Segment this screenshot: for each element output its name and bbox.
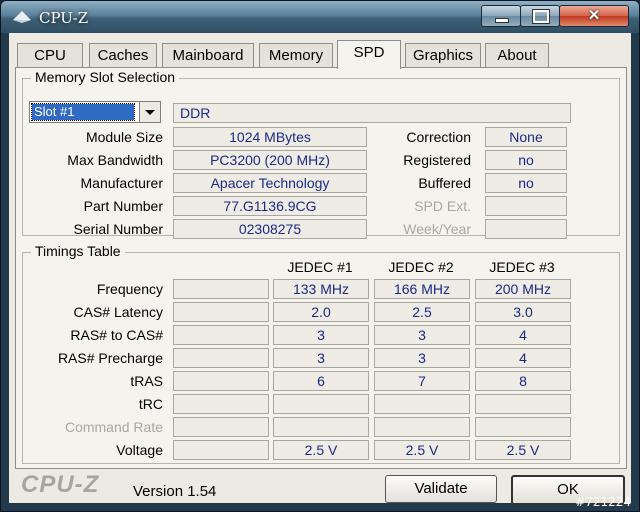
timing-spacer-cell — [173, 302, 269, 322]
tab-about[interactable]: About — [485, 43, 549, 68]
timing-cell: 166 MHz — [374, 279, 470, 299]
slot-label-correction: Correction — [406, 129, 471, 145]
tab-graphics[interactable]: Graphics — [405, 43, 481, 68]
timings-group-title: Timings Table — [31, 243, 125, 259]
timings-group: Timings Table JEDEC #1 JEDEC #2 JEDEC #3 Fr… — [22, 243, 620, 464]
timing-label-ras-to-cas-: RAS# to CAS# — [70, 327, 163, 343]
timing-spacer-cell — [173, 348, 269, 368]
slot-value-manufacturer: Apacer Technology — [173, 173, 367, 193]
timing-cell: 3 — [374, 348, 470, 368]
timing-cell — [475, 417, 571, 437]
timing-cell — [273, 417, 369, 437]
validate-button[interactable]: Validate — [385, 475, 497, 503]
timing-spacer-cell — [173, 279, 269, 299]
timing-cell: 133 MHz — [273, 279, 369, 299]
slot-value-module-size: 1024 MBytes — [173, 127, 367, 147]
tab-cpu[interactable]: CPU — [17, 43, 83, 68]
minimize-icon — [495, 18, 509, 23]
timing-label-voltage: Voltage — [116, 442, 163, 458]
timing-column-header: JEDEC #1 — [287, 259, 353, 275]
timing-cell: 6 — [273, 371, 369, 391]
slot-label-part-number: Part Number — [83, 198, 163, 214]
timing-spacer-cell — [173, 325, 269, 345]
client-area: CPU Caches Mainboard Memory SPD Graphics About… — [9, 33, 631, 505]
timing-cell — [475, 394, 571, 414]
slot-label-spd-ext-: SPD Ext. — [414, 198, 471, 214]
timing-cell: 7 — [374, 371, 470, 391]
timing-spacer-cell — [173, 440, 269, 460]
slot-value-spd-ext- — [485, 196, 567, 216]
timing-cell: 4 — [475, 348, 571, 368]
timing-label-cas-latency: CAS# Latency — [73, 304, 164, 320]
watermark-text: #721224 — [575, 495, 631, 509]
close-button[interactable]: ✕ — [559, 5, 629, 27]
timing-spacer-cell — [173, 417, 269, 437]
slot-label-manufacturer: Manufacturer — [80, 175, 163, 191]
slot-label-module-size: Module Size — [85, 129, 163, 145]
cpuz-window: CPU-Z ✕ CPU Caches Mainboard Memory SPD Graph… — [0, 0, 640, 512]
slot-label-buffered: Buffered — [418, 175, 471, 191]
timing-cell: 2.5 — [374, 302, 470, 322]
timing-cell: 2.0 — [273, 302, 369, 322]
slot-label-week-year: Week/Year — [403, 221, 471, 237]
slot-label-max-bandwidth: Max Bandwidth — [67, 152, 163, 168]
timing-label-trc: tRC — [138, 396, 163, 412]
slot-value-max-bandwidth: PC3200 (200 MHz) — [173, 150, 367, 170]
timing-cell: 2.5 V — [374, 440, 470, 460]
slot-value-week-year — [485, 219, 567, 239]
slot-select-value: Slot #1 — [31, 103, 135, 121]
cpuz-app-icon — [13, 11, 31, 23]
slot-select-dropdown-button[interactable] — [139, 102, 160, 122]
window-title: CPU-Z — [39, 9, 89, 27]
slot-value-part-number: 77.G1136.9CG — [173, 196, 367, 216]
close-icon: ✕ — [587, 7, 601, 24]
tab-memory[interactable]: Memory — [259, 43, 333, 68]
maximize-button[interactable] — [520, 5, 560, 27]
slot-label-registered: Registered — [403, 152, 471, 168]
timing-cell — [374, 417, 470, 437]
timing-label-ras-precharge: RAS# Precharge — [57, 350, 163, 366]
slot-select[interactable]: Slot #1 — [29, 101, 161, 123]
spd-panel: Memory Slot Selection Slot #1 DDR Module… — [15, 67, 627, 469]
timing-cell: 2.5 V — [273, 440, 369, 460]
timing-cell: 3.0 — [475, 302, 571, 322]
timing-label-tras: tRAS — [130, 373, 163, 389]
timing-cell: 4 — [475, 325, 571, 345]
memory-slot-group-title: Memory Slot Selection — [31, 69, 180, 85]
maximize-icon — [532, 9, 550, 24]
timing-cell: 200 MHz — [475, 279, 571, 299]
tab-caches[interactable]: Caches — [89, 43, 157, 68]
tab-spd[interactable]: SPD — [337, 40, 401, 69]
slot-value-serial-number: 02308275 — [173, 219, 367, 239]
timing-label-frequency: Frequency — [96, 281, 163, 297]
slot-value-correction: None — [485, 127, 567, 147]
timing-cell: 3 — [374, 325, 470, 345]
timing-spacer-cell — [173, 371, 269, 391]
minimize-button[interactable] — [481, 5, 521, 27]
title-bar[interactable]: CPU-Z ✕ — [1, 1, 639, 33]
slot-value-registered: no — [485, 150, 567, 170]
timing-column-header: JEDEC #2 — [388, 259, 454, 275]
timing-cell: 2.5 V — [475, 440, 571, 460]
version-label: Version 1.54 — [133, 483, 217, 500]
slot-value-buffered: no — [485, 173, 567, 193]
timing-cell: 8 — [475, 371, 571, 391]
slot-label-serial-number: Serial Number — [73, 221, 163, 237]
tab-mainboard[interactable]: Mainboard — [162, 43, 254, 68]
timing-spacer-cell — [173, 394, 269, 414]
memory-type-field: DDR — [173, 103, 571, 123]
timing-column-header: JEDEC #3 — [489, 259, 555, 275]
cpuz-brand-logo: CPU-Z — [21, 471, 100, 498]
memory-slot-group: Memory Slot Selection Slot #1 DDR Module… — [22, 69, 620, 239]
chevron-down-icon — [145, 110, 155, 115]
timing-cell — [374, 394, 470, 414]
timing-label-command-rate: Command Rate — [64, 419, 163, 435]
timing-cell: 3 — [273, 348, 369, 368]
timing-cell: 3 — [273, 325, 369, 345]
timing-cell — [273, 394, 369, 414]
